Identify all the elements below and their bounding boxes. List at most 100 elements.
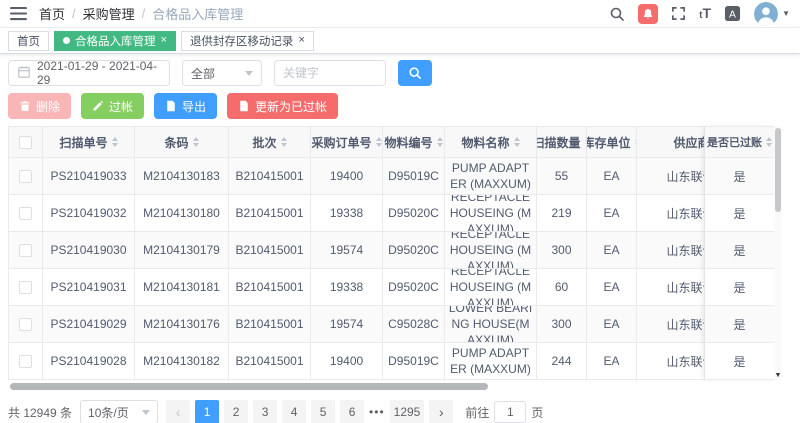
table-row: PS210419030 M2104130179 B210415001 19574… [9, 232, 774, 269]
caret-down-icon[interactable]: ▼ [782, 9, 790, 18]
scroll-down-arrow-icon[interactable]: ▼ [774, 372, 782, 379]
select-all-checkbox[interactable] [19, 136, 32, 149]
close-icon[interactable]: × [298, 35, 304, 46]
cell-barcode: M2104130182 [135, 343, 229, 379]
page-button-3[interactable]: 3 [253, 400, 277, 423]
page-button-last[interactable]: 1295 [390, 400, 425, 423]
trash-icon [19, 100, 31, 112]
checkbox-cell [9, 195, 43, 231]
category-select[interactable]: 全部 [182, 60, 262, 86]
font-size-icon[interactable]: tT [699, 6, 711, 21]
avatar[interactable] [754, 2, 778, 26]
cell-item-name: PUMP ADAPTER (MAXXUM) [445, 343, 537, 379]
notification-badge-icon[interactable] [638, 4, 658, 24]
header-item-name[interactable]: 物料名称 [445, 127, 537, 157]
vertical-scrollbar-thumb[interactable] [775, 128, 781, 212]
cell-unit: EA [587, 269, 637, 305]
post-button[interactable]: 过帐 [81, 93, 144, 119]
cell-po: 19338 [311, 195, 383, 231]
chevron-down-icon [245, 71, 253, 76]
breadcrumb-home[interactable]: 首页 [39, 4, 65, 23]
row-checkbox[interactable] [19, 244, 32, 257]
category-select-value: 全部 [191, 65, 215, 82]
tab-label: 退供封存区移动记录 [190, 33, 294, 49]
page-button-4[interactable]: 4 [282, 400, 306, 423]
hamburger-icon[interactable] [10, 6, 27, 21]
cell-qty: 60 [537, 269, 587, 305]
header-batch[interactable]: 批次 [229, 127, 311, 157]
cell-item-name: RECEPTACLE HOUSEING (MAXXUM) [445, 195, 537, 231]
header-posted[interactable]: 是否已过账 [705, 126, 774, 158]
checkbox-cell [9, 343, 43, 379]
more-pages-icon[interactable]: ••• [369, 405, 385, 419]
page-size-select[interactable]: 10条/页 [80, 400, 158, 423]
cell-unit: EA [587, 158, 637, 194]
breadcrumb-current: 合格品入库管理 [152, 4, 243, 23]
tab-label: 首页 [17, 33, 40, 49]
user-menu[interactable]: ▼ [754, 2, 790, 26]
calendar-icon [17, 65, 31, 82]
sort-icon [766, 137, 772, 147]
prev-page-button[interactable]: ‹ [166, 400, 190, 423]
goto-page: 前往 页 [465, 401, 543, 423]
cell-posted: 是 [705, 306, 774, 343]
row-checkbox[interactable] [19, 207, 32, 220]
header-unit[interactable]: 库存单位 [587, 127, 637, 157]
row-checkbox[interactable] [19, 355, 32, 368]
header-item-no[interactable]: 物料编号 [383, 127, 445, 157]
date-range-picker[interactable]: 2021-01-29 - 2021-04-29 [8, 60, 170, 86]
data-table: 扫描单号 条码 批次 采购订单号 物料编号 物料名称 扫描数量 库存单位 供应商… [8, 126, 782, 380]
row-checkbox[interactable] [19, 170, 32, 183]
export-button[interactable]: 导出 [154, 93, 217, 119]
header-po[interactable]: 采购订单号 [311, 127, 383, 157]
cell-qty: 219 [537, 195, 587, 231]
close-icon[interactable]: × [161, 35, 167, 46]
update-posted-button[interactable]: 更新为已过帐 [227, 93, 338, 119]
fullscreen-icon[interactable] [671, 6, 686, 21]
page-button-6[interactable]: 6 [340, 400, 364, 423]
tab-qualified-inbound[interactable]: 合格品入库管理 × [54, 31, 176, 51]
tab-return-seal-records[interactable]: 退供封存区移动记录 × [181, 31, 314, 51]
header-scan-no[interactable]: 扫描单号 [43, 127, 135, 157]
table-scroll-region: 扫描单号 条码 批次 采购订单号 物料编号 物料名称 扫描数量 库存单位 供应商… [8, 126, 774, 380]
document-icon [238, 100, 250, 112]
language-icon[interactable]: A [724, 5, 741, 22]
sort-icon [112, 137, 118, 147]
breadcrumb: 首页 / 采购管理 / 合格品入库管理 [39, 4, 243, 23]
cell-po: 19574 [311, 306, 383, 342]
header-qty[interactable]: 扫描数量 [537, 127, 587, 157]
horizontal-scrollbar-thumb[interactable] [10, 383, 488, 390]
page-button-2[interactable]: 2 [224, 400, 248, 423]
cell-scan-no: PS210419033 [43, 158, 135, 194]
goto-page-input[interactable] [494, 401, 526, 423]
cell-unit: EA [587, 343, 637, 379]
row-checkbox[interactable] [19, 318, 32, 331]
search-icon[interactable] [609, 6, 625, 22]
horizontal-scrollbar[interactable] [8, 383, 782, 391]
cell-barcode: M2104130180 [135, 195, 229, 231]
toolbar: 删除 过帐 导出 更新为已过帐 [8, 93, 792, 119]
delete-button[interactable]: 删除 [8, 93, 71, 119]
cell-scan-no: PS210419028 [43, 343, 135, 379]
row-checkbox[interactable] [19, 281, 32, 294]
pagination: 共 12949 条 10条/页 ‹ 1 2 3 4 5 6 ••• 1295 ›… [8, 400, 792, 423]
checkbox-cell [9, 232, 43, 268]
header-checkbox-cell [9, 127, 43, 157]
vertical-scrollbar[interactable]: ▼ [774, 126, 782, 380]
tab-home[interactable]: 首页 [8, 31, 49, 51]
cell-posted: 是 [705, 232, 774, 269]
page-button-1[interactable]: 1 [195, 400, 219, 423]
page-button-5[interactable]: 5 [311, 400, 335, 423]
keyword-input[interactable] [283, 66, 377, 80]
next-page-button[interactable]: › [429, 400, 453, 423]
breadcrumb-purchase[interactable]: 采购管理 [83, 4, 135, 23]
checkbox-cell [9, 158, 43, 194]
cell-qty: 300 [537, 232, 587, 268]
goto-unit: 页 [531, 404, 543, 421]
search-button[interactable] [398, 60, 432, 86]
page-buttons: ‹ 1 2 3 4 5 6 ••• 1295 › [166, 400, 453, 423]
header-barcode[interactable]: 条码 [135, 127, 229, 157]
cell-batch: B210415001 [229, 343, 311, 379]
cell-posted: 是 [705, 195, 774, 232]
cell-scan-no: PS210419030 [43, 232, 135, 268]
